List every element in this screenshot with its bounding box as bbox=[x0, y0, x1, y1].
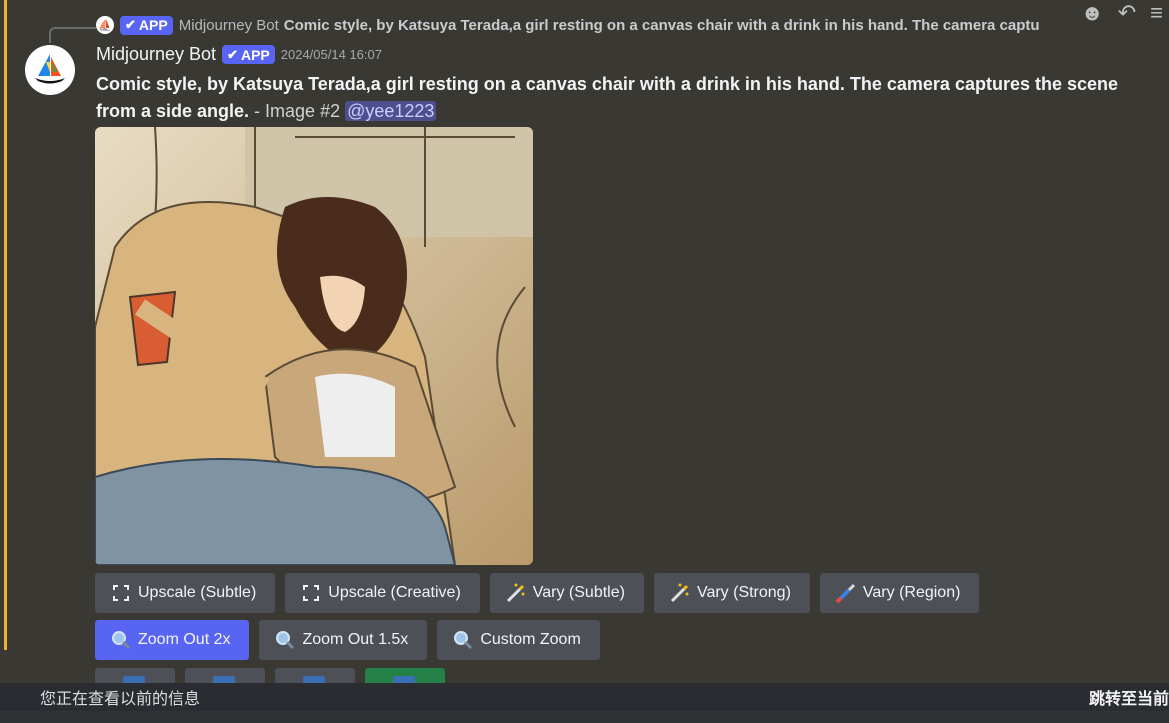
add-reaction-icon[interactable]: ☻ bbox=[1081, 0, 1104, 26]
zoom-out-2x-label: Zoom Out 2x bbox=[138, 631, 231, 648]
zoom-out-1-5x-label: Zoom Out 1.5x bbox=[302, 631, 409, 648]
older-messages-notice: 您正在查看以前的信息 bbox=[40, 691, 201, 708]
create-thread-icon[interactable]: ≡ bbox=[1150, 0, 1163, 26]
bottom-strip bbox=[0, 711, 1169, 723]
custom-zoom-label: Custom Zoom bbox=[480, 631, 581, 648]
username[interactable]: Midjourney Bot bbox=[96, 44, 216, 65]
discord-app: ⛵ ✔ APP Midjourney Bot Comic style, by Ka… bbox=[0, 0, 1169, 723]
avatar[interactable] bbox=[25, 45, 75, 95]
reply-app-badge: ✔ APP bbox=[120, 15, 173, 35]
verified-check-icon: ✔ bbox=[227, 46, 238, 62]
magnifier-icon bbox=[274, 629, 296, 651]
reply-connector bbox=[49, 27, 96, 43]
older-messages-bar: 您正在查看以前的信息 跳转至当前 bbox=[0, 683, 1169, 711]
action-buttons-row-1: Upscale (Subtle) Upscale (Creative) Vary… bbox=[95, 573, 980, 613]
jump-to-present-link[interactable]: 跳转至当前 bbox=[1089, 685, 1169, 709]
vary-subtle-label: Vary (Subtle) bbox=[532, 584, 625, 601]
mention-highlight-bar bbox=[4, 0, 7, 650]
image-index: - Image #2 bbox=[249, 101, 346, 121]
expand-icon bbox=[300, 582, 322, 604]
upscale-creative-button[interactable]: Upscale (Creative) bbox=[285, 573, 480, 613]
custom-zoom-button[interactable]: Custom Zoom bbox=[437, 620, 600, 660]
reply-avatar: ⛵ bbox=[96, 16, 114, 34]
vary-strong-label: Vary (Strong) bbox=[696, 584, 791, 601]
zoom-out-2x-button[interactable]: Zoom Out 2x bbox=[95, 620, 250, 660]
message-hover-toolbar: ☻ ↶ ≡ bbox=[1075, 0, 1169, 26]
vary-region-label: Vary (Region) bbox=[862, 584, 961, 601]
paintbrush-icon bbox=[835, 582, 857, 604]
magnifier-icon bbox=[452, 629, 474, 651]
upscale-subtle-button[interactable]: Upscale (Subtle) bbox=[95, 573, 276, 613]
upscale-subtle-label: Upscale (Subtle) bbox=[138, 584, 257, 601]
magic-wand-icon bbox=[669, 582, 691, 604]
verified-check-icon: ✔ bbox=[125, 17, 136, 32]
vary-region-button[interactable]: Vary (Region) bbox=[819, 573, 980, 613]
timestamp[interactable]: 2024/05/14 16:07 bbox=[281, 47, 382, 62]
magnifier-icon bbox=[110, 629, 132, 651]
midjourney-boat-icon bbox=[35, 54, 65, 84]
app-badge: ✔ APP bbox=[222, 45, 275, 64]
user-mention[interactable]: @yee1223 bbox=[345, 101, 437, 121]
vary-subtle-button[interactable]: Vary (Subtle) bbox=[489, 573, 644, 613]
comic-illustration bbox=[95, 127, 533, 565]
upscale-creative-label: Upscale (Creative) bbox=[328, 584, 461, 601]
vary-strong-button[interactable]: Vary (Strong) bbox=[653, 573, 810, 613]
reply-preview[interactable]: ⛵ ✔ APP Midjourney Bot Comic style, by Ka… bbox=[96, 14, 1146, 36]
message-header: Midjourney Bot ✔ APP 2024/05/14 16:07 bbox=[96, 44, 382, 65]
expand-icon bbox=[110, 582, 132, 604]
reply-text[interactable]: Comic style, by Katsuya Terada,a girl re… bbox=[284, 17, 1040, 34]
zoom-out-1-5x-button[interactable]: Zoom Out 1.5x bbox=[259, 620, 428, 660]
reply-author[interactable]: Midjourney Bot bbox=[179, 17, 279, 34]
generated-image[interactable] bbox=[95, 127, 533, 565]
message-container: ⛵ ✔ APP Midjourney Bot Comic style, by Ka… bbox=[0, 0, 1169, 690]
reply-icon[interactable]: ↶ bbox=[1118, 0, 1136, 26]
message-content: Comic style, by Katsuya Terada,a girl re… bbox=[96, 71, 1146, 125]
magic-wand-icon bbox=[505, 582, 527, 604]
action-buttons-row-2: Zoom Out 2x Zoom Out 1.5x Custom Zoom bbox=[95, 620, 600, 660]
